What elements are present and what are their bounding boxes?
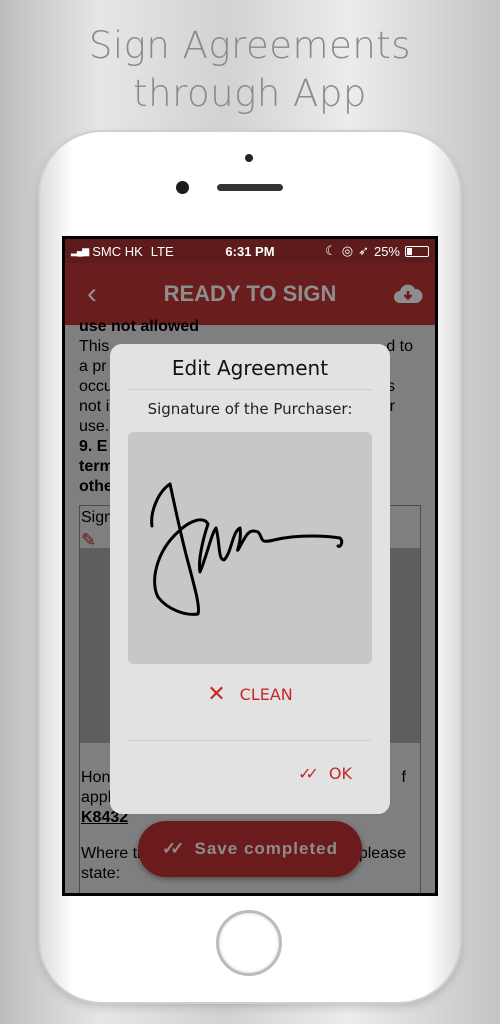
save-completed-toast: ✓✓ Save completed	[138, 821, 362, 877]
signature-pad[interactable]	[128, 432, 372, 664]
moon-icon: ☾	[325, 243, 337, 258]
headline-line-2: through App	[133, 72, 367, 115]
rotation-lock-icon: ◎	[341, 243, 354, 258]
clean-button[interactable]: ✕ CLEAN	[110, 682, 390, 707]
battery-icon	[405, 245, 429, 257]
edit-agreement-dialog: Edit Agreement Signature of the Purchase…	[110, 344, 390, 814]
clean-label: CLEAN	[239, 685, 293, 704]
ok-button[interactable]: ✓✓ OK	[298, 764, 352, 783]
phone-screen: ▂▄▆ SMC HK LTE 6:31 PM ☾ ◎ ➶ 25% ‹ READY…	[62, 236, 438, 896]
signature-stroke	[150, 482, 344, 616]
ok-label: OK	[328, 764, 352, 783]
divider	[128, 740, 372, 741]
dialog-title: Edit Agreement	[128, 344, 372, 390]
home-button[interactable]	[216, 910, 282, 976]
page-title: READY TO SIGN	[163, 281, 337, 306]
headline: Sign Agreements through App	[0, 22, 500, 118]
toast-label: Save completed	[194, 839, 338, 858]
back-icon[interactable]: ‹	[87, 277, 97, 311]
earpiece-speaker	[217, 184, 283, 191]
cloud-download-icon[interactable]	[393, 283, 423, 305]
double-check-icon: ✓✓	[298, 764, 319, 783]
signature-label: Signature of the Purchaser:	[147, 400, 353, 418]
status-bar: ▂▄▆ SMC HK LTE 6:31 PM ☾ ◎ ➶ 25%	[65, 239, 435, 263]
double-check-icon: ✓✓	[162, 839, 184, 858]
battery-percent: 25%	[373, 243, 400, 259]
close-icon: ✕	[207, 682, 226, 707]
front-camera	[176, 181, 189, 194]
location-icon: ➶	[358, 243, 369, 258]
headline-line-1: Sign Agreements	[88, 24, 412, 67]
proximity-sensor	[245, 154, 253, 162]
nav-bar: ‹ READY TO SIGN	[65, 263, 435, 325]
